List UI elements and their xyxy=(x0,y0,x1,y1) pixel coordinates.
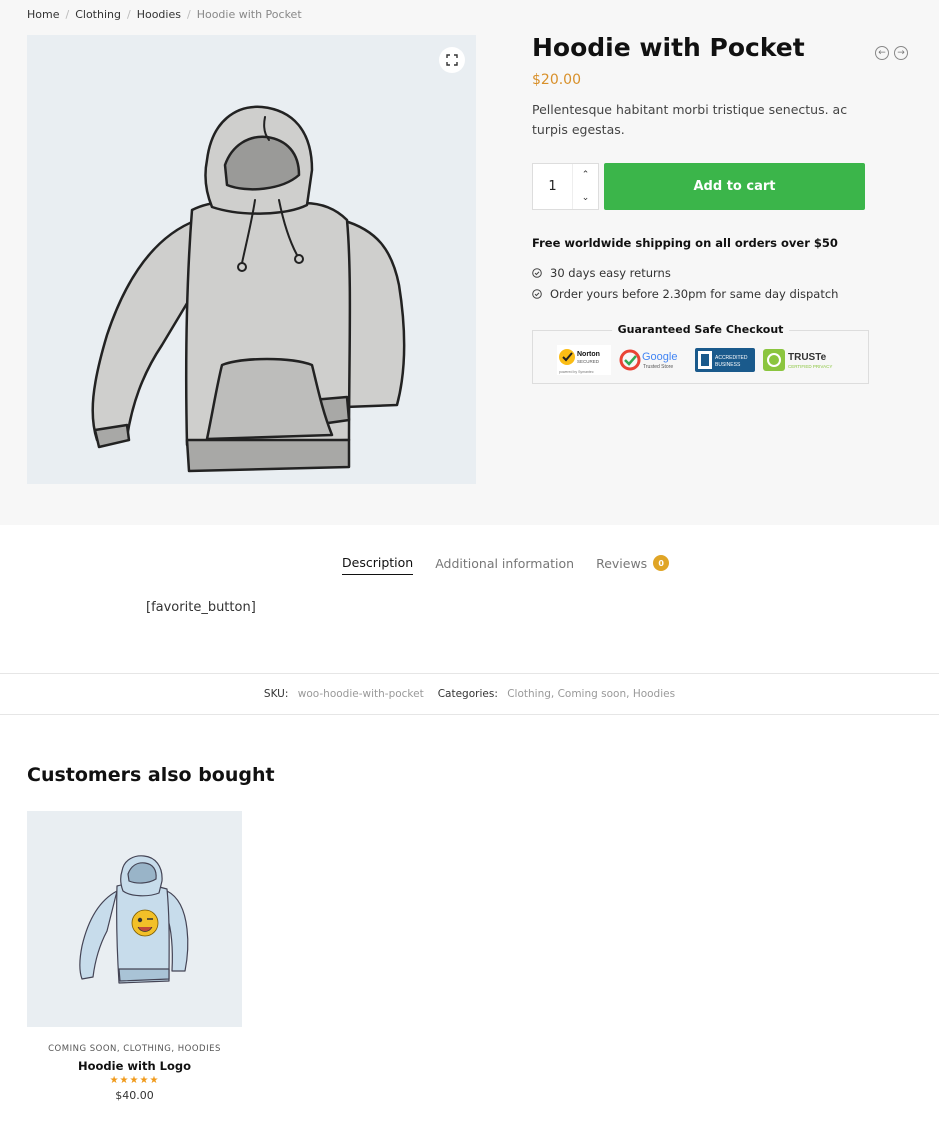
quantity-input[interactable] xyxy=(533,164,572,209)
categories-label: Categories: xyxy=(437,688,498,700)
google-sub: Trusted Store xyxy=(643,364,673,370)
related-products-title: Customers also bought xyxy=(27,764,275,786)
breadcrumb-current: Hoodie with Pocket xyxy=(196,8,302,21)
breadcrumb-clothing-link[interactable]: Clothing xyxy=(75,8,121,21)
chevron-up-icon[interactable]: ⌃ xyxy=(573,164,598,187)
star-rating: ★★★★★ xyxy=(109,1075,160,1086)
bbb-accredited-logo: ACCREDITED BUSINESS xyxy=(695,348,755,372)
google-label: Google xyxy=(642,351,677,363)
product-title: Hoodie with Pocket xyxy=(532,33,805,62)
truste-sub: CERTIFIED PRIVACY xyxy=(788,364,832,369)
check-circle-icon xyxy=(532,288,542,299)
norton-badge-logo: Norton SECURED powered by Symantec xyxy=(557,345,611,375)
bbb-line2: BUSINESS xyxy=(715,362,741,368)
list-item: 30 days easy returns xyxy=(532,262,838,283)
google-trusted-store-logo: Google Trusted Store xyxy=(619,349,677,371)
norton-label: Norton xyxy=(577,351,600,358)
breadcrumb-home-link[interactable]: Home xyxy=(27,8,59,21)
product-meta: SKU: woo-hoodie-with-pocket Categories: … xyxy=(0,673,939,715)
sku-value: woo-hoodie-with-pocket xyxy=(297,688,424,700)
product-price: $20.00 xyxy=(532,72,581,88)
related-product-card[interactable]: Coming soon, Clothing, Hoodies Hoodie wi… xyxy=(27,811,242,1102)
trust-badges: Norton SECURED powered by Symantec Googl… xyxy=(557,345,847,375)
category-link-hoodies[interactable]: Hoodies xyxy=(633,688,675,700)
related-product-price: $40.00 xyxy=(115,1089,154,1102)
shipping-headline: Free worldwide shipping on all orders ov… xyxy=(532,236,838,250)
truste-label: TRUSTe xyxy=(788,352,827,363)
quantity-stepper: ⌃ ⌄ xyxy=(532,163,599,210)
tab-additional-information[interactable]: Additional information xyxy=(435,555,574,575)
usp-list: 30 days easy returns Order yours before … xyxy=(532,262,838,304)
check-circle-icon xyxy=(532,267,542,278)
bbb-line1: ACCREDITED xyxy=(715,355,748,361)
safe-checkout-box: Guaranteed Safe Checkout Norton SECURED … xyxy=(532,323,869,384)
truste-logo: TRUSTe CERTIFIED PRIVACY xyxy=(763,349,832,371)
related-product-categories: Coming soon, Clothing, Hoodies xyxy=(48,1044,221,1054)
hoodie-grey-image xyxy=(91,105,406,473)
breadcrumb-hoodies-link[interactable]: Hoodies xyxy=(137,8,181,21)
related-product-image[interactable] xyxy=(27,811,242,1027)
breadcrumb-separator: / xyxy=(186,8,191,21)
chevron-down-icon[interactable]: ⌄ xyxy=(573,187,598,210)
category-link-clothing[interactable]: Clothing xyxy=(507,688,551,700)
safe-checkout-title: Guaranteed Safe Checkout xyxy=(611,323,790,336)
hoodie-with-logo-image xyxy=(79,855,189,984)
product-tabs: Description Additional information Revie… xyxy=(342,555,670,575)
category-link-coming-soon[interactable]: Coming soon xyxy=(558,688,627,700)
breadcrumb: Home / Clothing / Hoodies / Hoodie with … xyxy=(27,8,302,21)
product-navigation: ← → xyxy=(875,46,908,60)
product-gallery[interactable] xyxy=(27,35,476,484)
tab-description-content: [favorite_button] xyxy=(146,600,256,615)
next-product-icon[interactable]: → xyxy=(894,46,908,60)
related-product-title[interactable]: Hoodie with Logo xyxy=(27,1059,242,1073)
breadcrumb-separator: / xyxy=(65,8,70,21)
product-short-description: Pellentesque habitant morbi tristique se… xyxy=(532,102,848,137)
sku-label: SKU: xyxy=(263,688,289,700)
usp-label: Order yours before 2.30pm for same day d… xyxy=(550,286,839,301)
zoom-icon[interactable] xyxy=(439,47,465,73)
add-to-cart-button[interactable]: Add to cart xyxy=(604,163,865,210)
reviews-count-badge: 0 xyxy=(653,555,670,571)
tab-description[interactable]: Description xyxy=(342,555,414,575)
norton-sub: SECURED xyxy=(577,359,600,364)
usp-label: 30 days easy returns xyxy=(550,265,671,280)
norton-foot: powered by Symantec xyxy=(559,370,594,374)
breadcrumb-separator: / xyxy=(126,8,131,21)
previous-product-icon[interactable]: ← xyxy=(875,46,889,60)
quantity-steppers: ⌃ ⌄ xyxy=(572,164,598,209)
list-item: Order yours before 2.30pm for same day d… xyxy=(532,283,838,304)
tab-reviews[interactable]: Reviews 0 xyxy=(596,555,670,575)
tab-reviews-label: Reviews xyxy=(596,555,648,571)
